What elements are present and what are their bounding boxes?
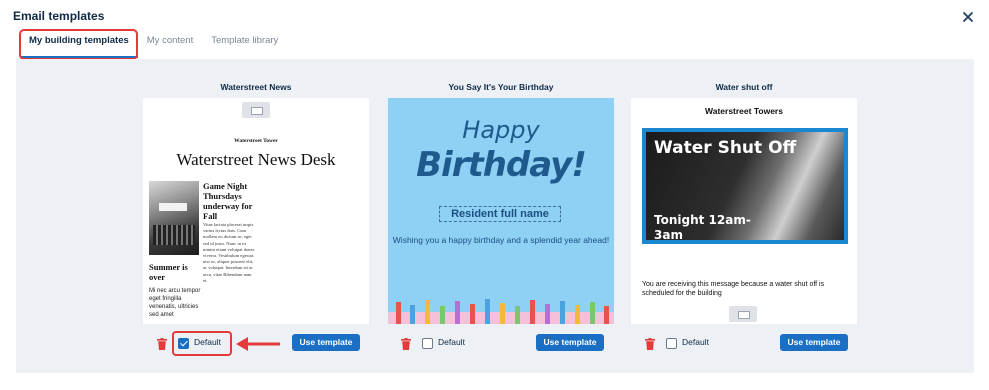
tab-bar: My building templates My content Templat… <box>20 29 287 59</box>
typewriter-image <box>149 181 199 255</box>
tab-my-building-templates[interactable]: My building templates <box>20 30 138 58</box>
resident-name-field: Resident full name <box>439 206 561 222</box>
article-body: Vitae lacinia placerat turpis varius lec… <box>203 222 255 283</box>
trash-icon[interactable] <box>645 338 655 350</box>
close-icon[interactable] <box>961 10 975 24</box>
use-template-button[interactable]: Use template <box>780 334 848 351</box>
time-text: Tonight 12am-3am <box>654 213 751 242</box>
template-title: Water shut off <box>715 82 773 92</box>
template-preview-birthday[interactable]: Happy Birthday! Resident full name Wishi… <box>388 98 614 324</box>
trash-icon[interactable] <box>157 338 167 350</box>
template-preview-waterstreet-news[interactable]: Waterstreet Tower Waterstreet News Desk … <box>143 98 369 324</box>
default-label[interactable]: Default <box>194 337 221 347</box>
birthday-message: Wishing you a happy birthday and a splen… <box>392 235 610 245</box>
default-checkbox[interactable] <box>178 338 189 349</box>
default-label[interactable]: Default <box>438 337 465 347</box>
building-name: Waterstreet Towers <box>705 106 783 116</box>
template-preview-water-shut-off[interactable]: Waterstreet Towers Water Shut Off Tonigh… <box>631 98 857 324</box>
image-placeholder-icon <box>242 102 270 118</box>
masthead-title: Waterstreet News Desk <box>176 150 336 169</box>
default-checkbox[interactable] <box>422 338 433 349</box>
use-template-button[interactable]: Use template <box>536 334 604 351</box>
happy-heading: Happy <box>462 116 540 144</box>
default-checkbox[interactable] <box>666 338 677 349</box>
tab-template-library[interactable]: Template library <box>202 30 287 58</box>
headline: Water Shut Off <box>654 138 797 158</box>
notice-message: You are receiving this message because a… <box>642 281 825 297</box>
article-body: Mi nec arcu tempor eget fringilla venena… <box>149 288 201 318</box>
article-title: Summer is over <box>149 262 188 282</box>
candles-image <box>388 299 614 324</box>
article-title: Game Night Thursdays underway for Fall <box>203 181 253 221</box>
default-label[interactable]: Default <box>682 337 709 347</box>
masthead-small: Waterstreet Tower <box>234 138 278 144</box>
template-title: Waterstreet News <box>220 82 292 92</box>
tab-my-content[interactable]: My content <box>138 30 202 58</box>
birthday-heading: Birthday! <box>416 145 587 185</box>
template-title: You Say It's Your Birthday <box>448 82 554 92</box>
trash-icon[interactable] <box>401 338 411 350</box>
image-placeholder-icon <box>729 306 757 322</box>
arrow-left-icon <box>236 337 280 351</box>
use-template-button[interactable]: Use template <box>292 334 360 351</box>
page-title: Email templates <box>13 9 105 23</box>
